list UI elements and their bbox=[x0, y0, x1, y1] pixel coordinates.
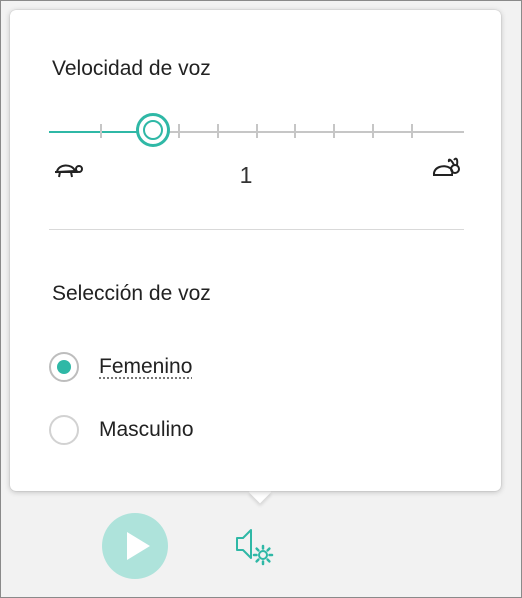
voice-settings-button[interactable] bbox=[232, 524, 276, 568]
section-divider bbox=[49, 229, 464, 230]
radio-femenino[interactable] bbox=[49, 352, 79, 382]
play-button[interactable] bbox=[102, 513, 168, 579]
voice-selection-title: Selección de voz bbox=[52, 282, 211, 305]
play-icon bbox=[127, 532, 150, 560]
voice-option-femenino[interactable]: Femenino bbox=[49, 350, 192, 384]
rabbit-icon bbox=[431, 156, 463, 183]
slider-thumb[interactable] bbox=[135, 113, 170, 147]
voice-option-label: Masculino bbox=[99, 418, 194, 441]
turtle-icon bbox=[51, 160, 85, 185]
voice-option-label: Femenino bbox=[99, 355, 193, 378]
speed-value: 1 bbox=[239, 162, 253, 188]
slider-tick bbox=[294, 124, 297, 138]
slider-tick bbox=[372, 124, 375, 138]
radio-masculino[interactable] bbox=[49, 415, 79, 445]
voice-settings-icon bbox=[236, 529, 274, 566]
voice-option-masculino[interactable]: Masculino bbox=[49, 413, 194, 447]
slider-tick bbox=[177, 124, 180, 138]
slider-tick bbox=[333, 124, 336, 138]
slider-tick bbox=[255, 124, 258, 138]
slider-tick bbox=[100, 124, 102, 138]
voice-settings-popup: Velocidad de voz 1 Selección de voz Feme… bbox=[10, 10, 501, 491]
slider-tick bbox=[411, 124, 413, 138]
slider-tick bbox=[216, 124, 219, 138]
speed-slider[interactable] bbox=[49, 113, 464, 147]
speed-title: Velocidad de voz bbox=[52, 57, 211, 80]
